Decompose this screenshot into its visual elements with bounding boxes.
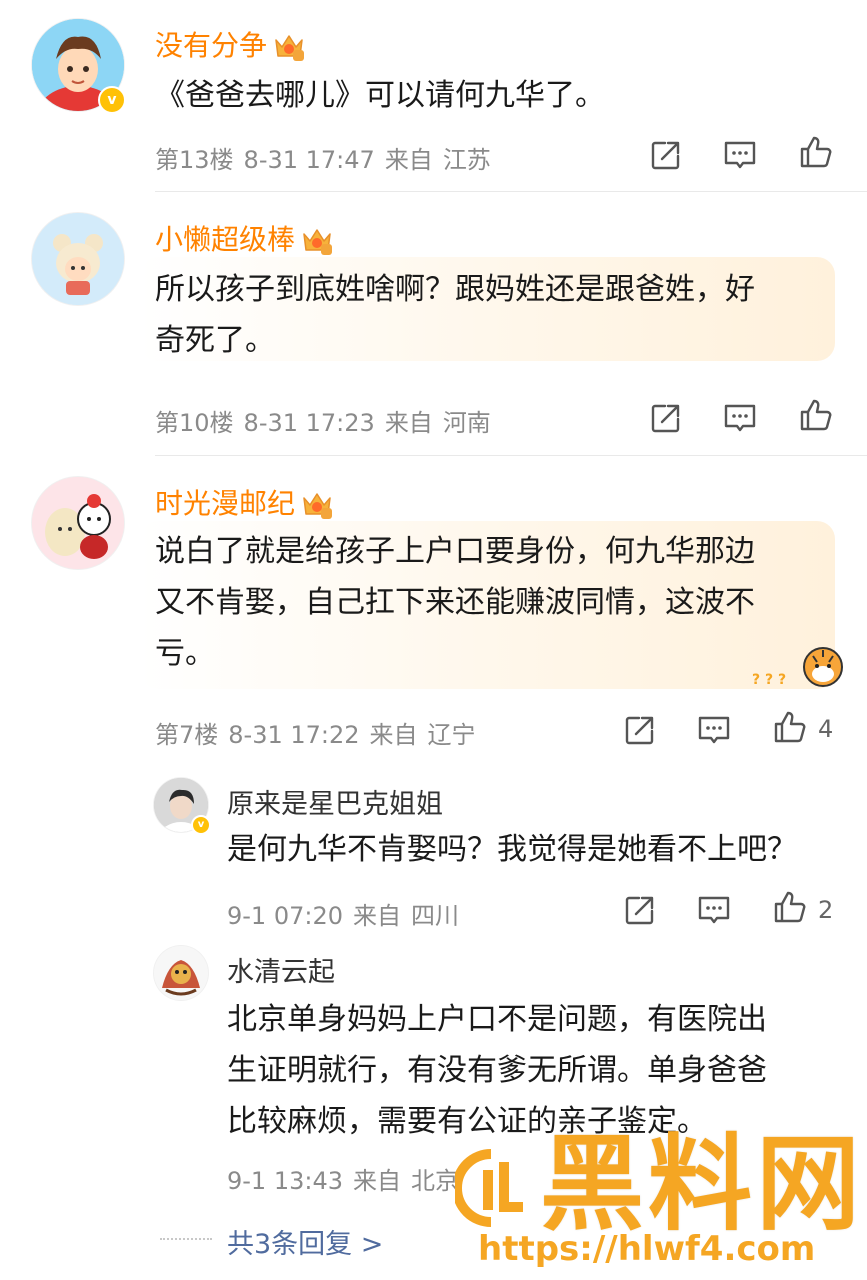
- watermark-brand: 黑料网: [540, 1123, 865, 1245]
- reply-meta: 9-1 13:43 来自 北京: [227, 1161, 469, 1196]
- more-replies-dotted-line: [160, 1238, 212, 1242]
- crown-level-icon: [273, 32, 305, 62]
- watermark-logo-icon: [455, 1149, 523, 1227]
- share-icon[interactable]: [648, 400, 684, 436]
- divider: [155, 455, 867, 456]
- comment-username[interactable]: 小懒超级棒: [155, 218, 333, 258]
- avatar-illustration: [32, 477, 124, 569]
- reply-line: 是何九华不肯娶吗？我觉得是她看不上吧？: [227, 832, 797, 867]
- comment-line: 亏。: [155, 636, 215, 671]
- like-icon[interactable]: [798, 134, 834, 170]
- share-icon[interactable]: [648, 137, 684, 173]
- comment-icon[interactable]: [722, 400, 758, 436]
- comment-icon[interactable]: [696, 892, 732, 928]
- timestamp: 8-31 17:47: [243, 146, 375, 174]
- comment-icon[interactable]: [696, 712, 732, 748]
- divider: [155, 191, 867, 192]
- more-replies-link[interactable]: 共3条回复 >: [227, 1222, 383, 1261]
- comment-text: 说白了就是给孩子上户口要身份，何九华那边 又不肯娶，自己扛下来还能赚波同情，这波…: [155, 526, 755, 679]
- floor-number: 第7楼: [155, 721, 219, 749]
- like-icon[interactable]: [772, 709, 808, 745]
- username-text: 小懒超级棒: [155, 223, 296, 256]
- comment-line: 说白了就是给孩子上户口要身份，何九华那边: [155, 534, 755, 569]
- timestamp: 8-31 17:23: [243, 409, 375, 437]
- like-count: 4: [818, 715, 834, 743]
- comment-line: 所以孩子到底姓啥啊？跟妈姓还是跟爸姓，好: [155, 272, 755, 307]
- verified-badge-icon: v: [98, 86, 126, 114]
- comment-line: 又不肯娶，自己扛下来还能赚波同情，这波不: [155, 585, 755, 620]
- crown-level-icon: [301, 490, 333, 520]
- comment-text: 所以孩子到底姓啥啊？跟妈姓还是跟爸姓，好 奇死了。: [155, 264, 755, 366]
- floor-number: 第10楼: [155, 409, 234, 437]
- reply-text: 是何九华不肯娶吗？我觉得是她看不上吧？: [227, 824, 797, 875]
- comment-text: 《爸爸去哪儿》可以请何九华了。: [155, 70, 605, 121]
- username-text: 时光漫邮纪: [155, 487, 296, 520]
- like-count: 2: [818, 896, 834, 924]
- location: 北京: [411, 1167, 459, 1195]
- reply-username[interactable]: 水清云起: [227, 950, 335, 989]
- timestamp: 8-31 17:22: [228, 721, 360, 749]
- like-icon[interactable]: [798, 397, 834, 433]
- avatar-illustration: [154, 946, 208, 1000]
- verified-badge-icon: v: [191, 815, 211, 835]
- comment-meta: 第7楼 8-31 17:22 来自 辽宁: [155, 715, 486, 750]
- reply-line: 生证明就行，有没有爹无所谓。单身爸爸: [227, 1053, 767, 1088]
- sticker-question-marks: ? ? ?: [752, 672, 787, 688]
- avatar[interactable]: [32, 477, 124, 569]
- reply-username[interactable]: 原来是星巴克姐姐: [227, 782, 443, 821]
- location: 河南: [442, 409, 491, 437]
- reply-meta: 9-1 07:20 来自 四川: [227, 896, 469, 931]
- from-label: 来自: [353, 902, 401, 930]
- location: 辽宁: [427, 721, 476, 749]
- avatar[interactable]: [154, 946, 208, 1000]
- location: 四川: [411, 902, 459, 930]
- from-label: 来自: [369, 721, 418, 749]
- avatar-illustration: [32, 213, 124, 305]
- from-label: 来自: [353, 1167, 401, 1195]
- location: 江苏: [442, 146, 491, 174]
- comment-icon[interactable]: [722, 137, 758, 173]
- tiger-sticker-icon: [803, 647, 843, 687]
- comment-line: 《爸爸去哪儿》可以请何九华了。: [155, 78, 605, 113]
- comment-username[interactable]: 没有分争: [155, 24, 305, 64]
- floor-number: 第13楼: [155, 146, 234, 174]
- share-icon[interactable]: [622, 712, 658, 748]
- from-label: 来自: [384, 409, 433, 437]
- avatar[interactable]: [32, 213, 124, 305]
- comment-meta: 第10楼 8-31 17:23 来自 河南: [155, 403, 501, 438]
- like-icon[interactable]: [772, 889, 808, 925]
- share-icon[interactable]: [622, 892, 658, 928]
- crown-level-icon: [301, 226, 333, 256]
- watermark-url: https://hlwf4.com: [478, 1229, 816, 1269]
- username-text: 没有分争: [155, 29, 268, 62]
- comment-meta: 第13楼 8-31 17:47 来自 江苏: [155, 140, 501, 175]
- comment-username[interactable]: 时光漫邮纪: [155, 482, 333, 522]
- reply-line: 北京单身妈妈上户口不是问题，有医院出: [227, 1002, 767, 1037]
- comment-line: 奇死了。: [155, 323, 275, 358]
- from-label: 来自: [384, 146, 433, 174]
- timestamp: 9-1 13:43: [227, 1167, 343, 1195]
- timestamp: 9-1 07:20: [227, 902, 343, 930]
